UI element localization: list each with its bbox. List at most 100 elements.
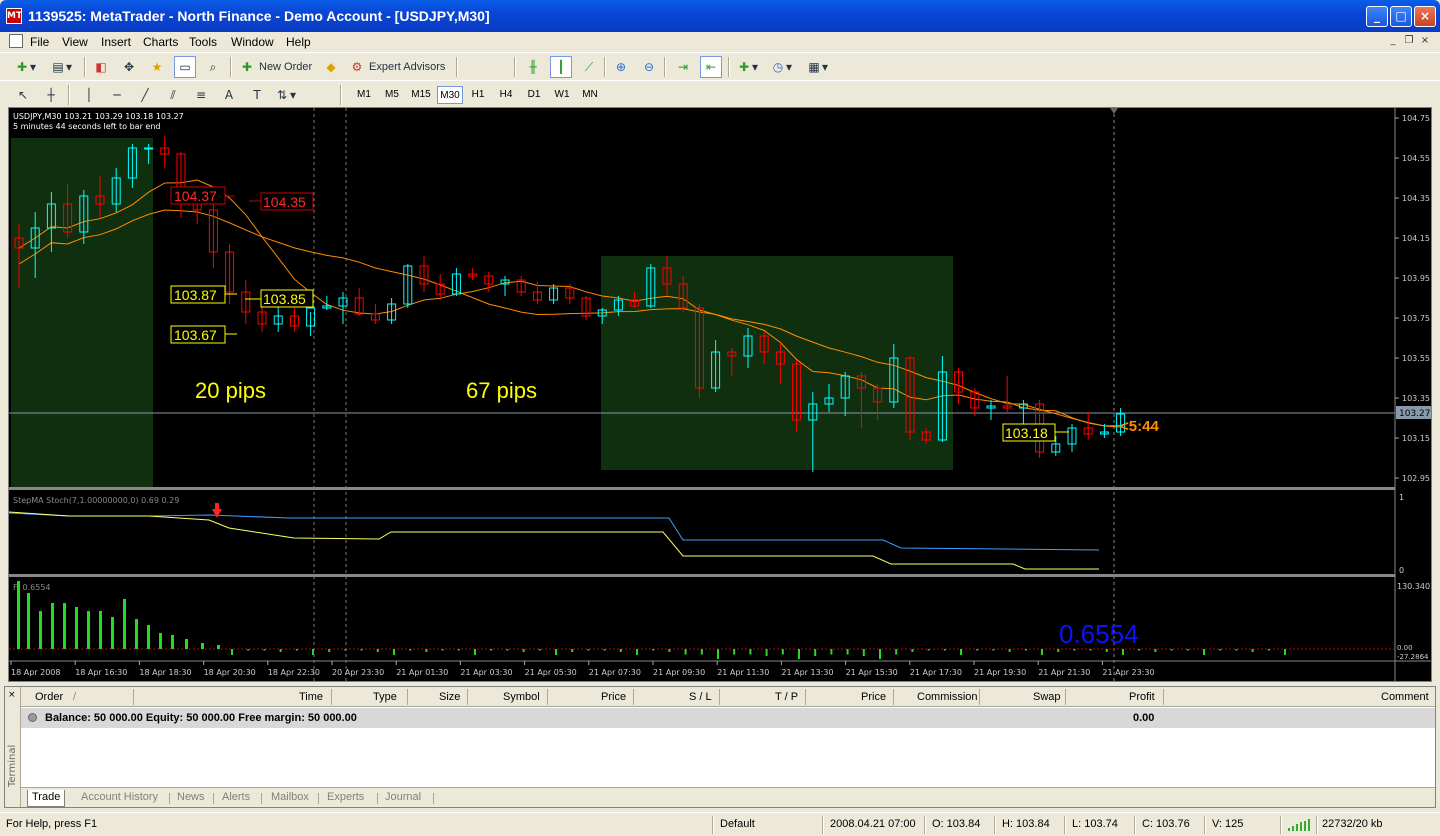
tab-alerts[interactable]: Alerts xyxy=(218,790,254,807)
timeframe-m1[interactable]: M1 xyxy=(352,86,376,104)
templates-button[interactable]: ▦ ▾ xyxy=(806,56,828,78)
tab-account-history[interactable]: Account History xyxy=(77,790,162,807)
balance-row[interactable]: Balance: 50 000.00 Equity: 50 000.00 Fre… xyxy=(21,708,1435,728)
candlestick-icon: ┃ xyxy=(557,60,565,74)
status-volume: V: 125 xyxy=(1212,818,1244,830)
menu-file[interactable]: File xyxy=(30,35,49,49)
close-icon[interactable]: × xyxy=(1414,6,1436,27)
col-profit[interactable]: Profit xyxy=(1129,691,1155,703)
mdi-close-icon[interactable]: × xyxy=(1418,34,1432,48)
line-chart-button[interactable]: ⟋ xyxy=(578,56,600,78)
fi-bar xyxy=(1219,649,1222,651)
channel-button[interactable]: ⫽ xyxy=(162,84,184,106)
text-tool-button[interactable]: A xyxy=(218,84,240,106)
terminal-close-icon[interactable]: × xyxy=(8,690,16,700)
new-chart-button[interactable]: ✚ ▾ xyxy=(14,56,36,78)
timeframe-mn[interactable]: MN xyxy=(578,86,602,104)
tab-journal[interactable]: Journal xyxy=(381,790,425,807)
window-title: 1139525: MetaTrader - North Finance - De… xyxy=(28,8,490,24)
fi-bar xyxy=(976,649,979,651)
timeframe-d1[interactable]: D1 xyxy=(522,86,546,104)
periods-button[interactable]: ◷ ▾ xyxy=(770,56,792,78)
fi-bar xyxy=(201,643,204,649)
menu-help[interactable]: Help xyxy=(286,35,311,49)
fi-bar xyxy=(1024,649,1027,651)
horizontal-line-button[interactable]: ─ xyxy=(106,84,128,106)
timeframe-m30[interactable]: M30 xyxy=(437,86,463,104)
chart-document-icon[interactable] xyxy=(9,34,23,48)
autoscroll-button[interactable]: ⇥ xyxy=(672,56,694,78)
market-watch-button[interactable]: ◧ xyxy=(90,56,112,78)
zoom-in-button[interactable]: ⊕ xyxy=(610,56,632,78)
candlestick-button[interactable]: ┃ xyxy=(550,56,572,78)
cursor-tool-button[interactable]: ↖ xyxy=(12,84,34,106)
menu-tools[interactable]: Tools xyxy=(189,35,217,49)
col-size[interactable]: Size xyxy=(439,691,460,703)
time-tick-label: 18 Apr 18:30 xyxy=(139,668,191,677)
text-label-button[interactable]: T xyxy=(246,84,268,106)
timeframe-h1[interactable]: H1 xyxy=(466,86,490,104)
chart-canvas[interactable]: 103.27 104.75 104.55 104.35 104.15 103.95 103… xyxy=(9,108,1431,681)
zoom-out-button[interactable]: ⊖ xyxy=(638,56,660,78)
col-price[interactable]: Price xyxy=(601,691,626,703)
tab-news[interactable]: News xyxy=(173,790,209,807)
col-comment[interactable]: Comment xyxy=(1381,691,1429,703)
fi-bar xyxy=(474,649,476,655)
timeframe-m5[interactable]: M5 xyxy=(380,86,404,104)
menu-view[interactable]: View xyxy=(62,35,88,49)
col-tp[interactable]: T / P xyxy=(775,691,798,703)
title-bar: MT 1139525: MetaTrader - North Finance -… xyxy=(0,0,1440,32)
col-symbol[interactable]: Symbol xyxy=(503,691,540,703)
col-current-price[interactable]: Price xyxy=(861,691,886,703)
tab-trade[interactable]: Trade xyxy=(27,790,66,807)
bar-countdown: <5:44 xyxy=(1120,418,1159,435)
menu-window[interactable]: Window xyxy=(231,35,274,49)
trendline-icon: ╱ xyxy=(141,88,149,102)
fi-tick-bottom: -27.2864 xyxy=(1397,653,1429,661)
profiles-button[interactable]: ▤ ▾ xyxy=(50,56,72,78)
timeframe-w1[interactable]: W1 xyxy=(550,86,574,104)
menu-charts[interactable]: Charts xyxy=(143,35,178,49)
chart-window[interactable]: 103.27 104.75 104.55 104.35 104.15 103.95 103… xyxy=(8,107,1432,682)
status-profile[interactable]: Default xyxy=(720,818,755,830)
fi-bar xyxy=(555,649,557,655)
col-time[interactable]: Time xyxy=(299,691,323,703)
vertical-line-button[interactable]: │ xyxy=(78,84,100,106)
text-label-icon: T xyxy=(253,88,261,102)
col-order[interactable]: Order xyxy=(35,691,63,703)
navigator-button[interactable]: ✥ xyxy=(118,56,140,78)
trendline-button[interactable]: ╱ xyxy=(134,84,156,106)
terminal-toggle-button[interactable]: ▭ xyxy=(174,56,196,78)
maximize-icon[interactable]: □ xyxy=(1390,6,1412,27)
new-order-button[interactable]: ✚ New Order xyxy=(236,56,315,78)
col-commission[interactable]: Commission xyxy=(917,691,978,703)
fi-bar xyxy=(1041,649,1043,655)
arrows-button[interactable]: ⇅ ▾ xyxy=(274,84,296,106)
status-open: O: 103.84 xyxy=(932,818,981,830)
zoom-out-icon: ⊖ xyxy=(643,60,655,74)
chart-shift-button[interactable]: ⇤ xyxy=(700,56,722,78)
strategy-tester-button[interactable]: ⌕ xyxy=(202,56,224,78)
crosshair-tool-button[interactable]: ┼ xyxy=(40,84,62,106)
timeframe-m15[interactable]: M15 xyxy=(408,86,434,104)
favorites-button[interactable]: ★ xyxy=(146,56,168,78)
fi-bar xyxy=(895,649,898,655)
tab-mailbox[interactable]: Mailbox xyxy=(267,790,313,807)
stoch-tick-bottom: 0 xyxy=(1399,566,1404,575)
col-swap[interactable]: Swap xyxy=(1033,691,1061,703)
time-tick-label: 21 Apr 07:30 xyxy=(589,668,641,677)
col-sl[interactable]: S / L xyxy=(689,691,712,703)
metaeditor-button[interactable]: ◆ xyxy=(320,56,342,78)
minimize-icon[interactable]: _ xyxy=(1366,6,1388,27)
timeframe-h4[interactable]: H4 xyxy=(494,86,518,104)
menu-insert[interactable]: Insert xyxy=(101,35,131,49)
expert-advisors-button[interactable]: ⚙ Expert Advisors xyxy=(346,56,448,78)
indicators-button[interactable]: ✚ ▾ xyxy=(736,56,758,78)
bar-chart-button[interactable]: ╫ xyxy=(522,56,544,78)
navigator-icon: ✥ xyxy=(123,60,135,74)
mdi-minimize-icon[interactable]: _ xyxy=(1386,34,1400,48)
mdi-restore-icon[interactable]: ❐ xyxy=(1402,34,1416,48)
tab-experts[interactable]: Experts xyxy=(323,790,368,807)
col-type[interactable]: Type xyxy=(373,691,397,703)
fibonacci-button[interactable]: ≡ xyxy=(190,84,212,106)
